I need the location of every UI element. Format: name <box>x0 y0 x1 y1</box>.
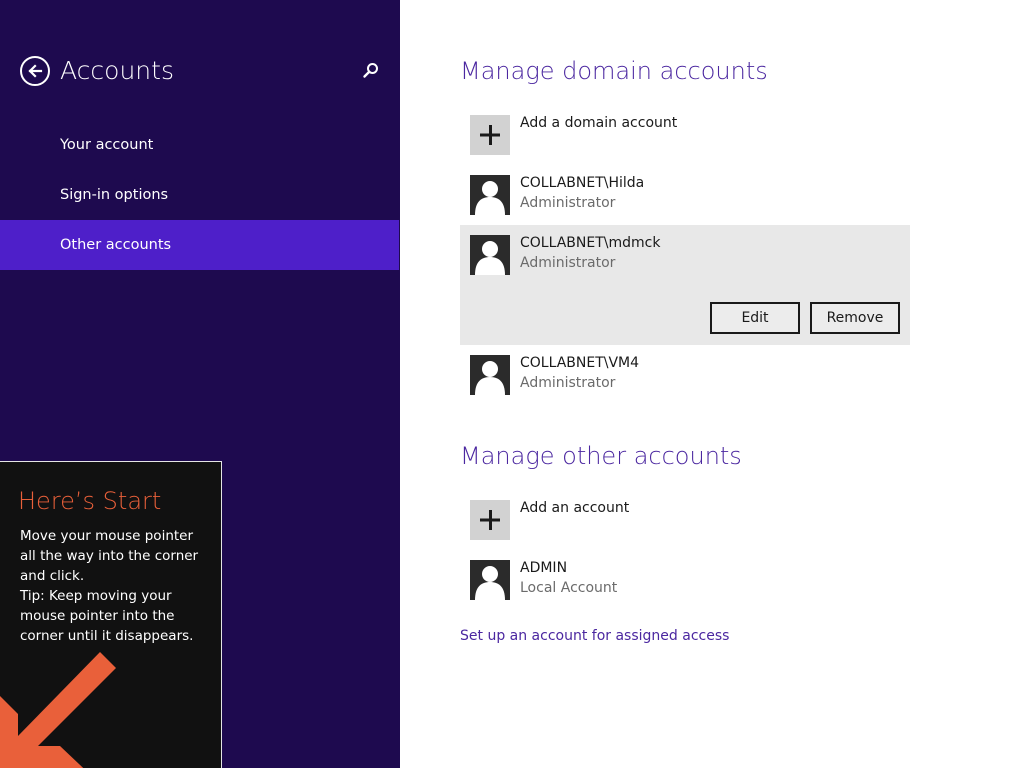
sidebar-item-other-accounts[interactable]: Other accounts <box>0 220 399 270</box>
account-row-vm4[interactable]: COLLABNET\VM4 Administrator <box>460 345 910 405</box>
sidebar-item-sign-in-options[interactable]: Sign-in options <box>0 170 400 220</box>
account-name: COLLABNET\VM4 <box>520 355 640 371</box>
account-name: COLLABNET\mdmck <box>520 235 661 251</box>
add-domain-account-label: Add a domain account <box>520 115 678 131</box>
user-silhouette-icon <box>470 235 510 275</box>
account-row-mdmck[interactable]: COLLABNET\mdmck Administrator Edit Remov… <box>460 225 910 345</box>
account-role: Administrator <box>520 195 616 211</box>
sidebar-item-label: Other accounts <box>60 237 172 253</box>
account-role: Administrator <box>520 255 616 271</box>
add-domain-account-button[interactable]: Add a domain account <box>460 105 910 165</box>
account-row-admin[interactable]: ADMIN Local Account <box>460 550 910 610</box>
arrow-down-left-icon <box>0 652 116 768</box>
assigned-access-link[interactable]: Set up an account for assigned access <box>460 626 729 646</box>
tip-body: Move your mouse pointer all the way into… <box>20 528 199 644</box>
sidebar-item-label: Sign-in options <box>60 187 169 203</box>
plus-icon <box>480 125 500 145</box>
user-silhouette-icon <box>470 560 510 600</box>
other-accounts-heading: Manage other accounts <box>460 442 742 470</box>
start-tip-panel: Here’s Start Move your mouse pointer all… <box>0 461 222 768</box>
domain-accounts-heading: Manage domain accounts <box>460 57 768 85</box>
add-tile <box>470 115 510 155</box>
back-arrow-icon <box>28 64 43 78</box>
user-silhouette-icon <box>470 175 510 215</box>
user-silhouette-icon <box>470 355 510 395</box>
search-icon <box>363 63 378 78</box>
plus-icon <box>480 510 500 530</box>
search-button[interactable] <box>362 61 380 79</box>
account-name: COLLABNET\Hilda <box>520 175 645 191</box>
add-account-label: Add an account <box>520 500 630 516</box>
settings-sidebar: Accounts Your account Sign-in options Ot… <box>0 0 400 768</box>
tip-title: Here’s Start <box>18 487 162 515</box>
back-button[interactable] <box>20 56 50 86</box>
sidebar-item-label: Your account <box>60 137 154 153</box>
page-title: Accounts <box>60 56 174 85</box>
add-account-button[interactable]: Add an account <box>460 490 910 550</box>
account-role: Local Account <box>520 580 618 596</box>
edit-button[interactable]: Edit <box>710 302 800 334</box>
add-tile <box>470 500 510 540</box>
sidebar-item-your-account[interactable]: Your account <box>0 120 400 170</box>
remove-button[interactable]: Remove <box>810 302 900 334</box>
account-role: Administrator <box>520 375 616 391</box>
account-row-hilda[interactable]: COLLABNET\Hilda Administrator <box>460 165 910 225</box>
account-name: ADMIN <box>520 560 568 576</box>
